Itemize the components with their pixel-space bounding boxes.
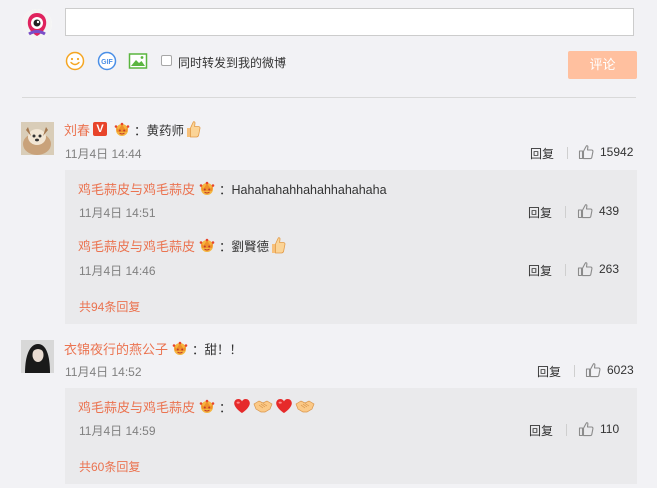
reply-text: ：劉賢德 [219, 239, 270, 254]
comment-time: 11月4日 14:52 [65, 365, 142, 379]
thumbs-up-icon [577, 203, 593, 219]
handshake-icon [253, 399, 273, 413]
thumbs-up-emoji-icon [270, 236, 286, 254]
comment-input[interactable] [65, 8, 634, 36]
reply-button[interactable]: 回复 [529, 422, 553, 439]
like-count: 439 [599, 204, 620, 218]
my-avatar[interactable] [22, 9, 52, 39]
reply-username[interactable]: 鸡毛蒜皮与鸡毛蒜皮 [78, 236, 195, 255]
thumbs-up-icon [577, 261, 593, 277]
comment-username[interactable]: 衣锦夜行的燕公子 [64, 339, 168, 358]
like-button[interactable]: 263 [577, 261, 619, 277]
separator [565, 264, 566, 276]
separator [574, 365, 575, 377]
reply-text: ： [219, 400, 232, 415]
reply-line: 鸡毛蒜皮与鸡毛蒜皮 ：Hahahahahhahahhahahaha [78, 179, 387, 197]
comment-text: ：甜！！ [192, 342, 243, 357]
gif-icon[interactable]: GIF [97, 51, 117, 71]
reply-button[interactable]: 回复 [537, 363, 561, 380]
comment-avatar[interactable] [21, 122, 54, 155]
crown-badge-icon[interactable] [198, 180, 216, 196]
like-button[interactable]: 6023 [585, 362, 634, 378]
reply-username[interactable]: 鸡毛蒜皮与鸡毛蒜皮 [78, 397, 195, 416]
crown-badge-icon[interactable] [198, 237, 216, 253]
reply-time: 11月4日 14:46 [79, 264, 156, 278]
thumbs-up-icon [578, 144, 594, 160]
thumbs-up-icon [578, 421, 594, 437]
like-count: 263 [599, 262, 620, 276]
separator [565, 206, 566, 218]
reply-time: 11月4日 14:51 [79, 206, 156, 220]
like-count: 6023 [607, 363, 634, 377]
submit-comment-button[interactable]: 评论 [568, 51, 637, 79]
reply-button[interactable]: 回复 [528, 262, 552, 279]
svg-text:GIF: GIF [101, 59, 113, 66]
repost-checkbox[interactable] [161, 55, 172, 66]
verified-v-icon: V [93, 122, 108, 136]
like-button[interactable]: 15942 [578, 144, 633, 160]
like-count: 110 [600, 422, 620, 436]
comment-time: 11月4日 14:44 [65, 147, 142, 161]
reply-button[interactable]: 回复 [530, 145, 554, 162]
comment-avatar[interactable] [21, 340, 54, 373]
comment-line: 衣锦夜行的燕公子 ：甜！！ [64, 339, 242, 357]
comment-text: ：黄药师 [134, 123, 185, 138]
divider [22, 97, 636, 98]
reply-button[interactable]: 回复 [528, 204, 552, 221]
repost-label: 同时转发到我的微博 [178, 56, 287, 70]
crown-badge-icon[interactable] [171, 340, 189, 356]
like-button[interactable]: 439 [577, 203, 619, 219]
reply-line: 鸡毛蒜皮与鸡毛蒜皮 ：劉賢德 [78, 236, 287, 254]
reply-username[interactable]: 鸡毛蒜皮与鸡毛蒜皮 [78, 179, 195, 198]
smile-icon[interactable] [65, 51, 85, 71]
reply-time: 11月4日 14:59 [79, 424, 156, 438]
crown-badge-icon[interactable] [198, 398, 216, 414]
heart-icon [275, 398, 293, 414]
comment-username[interactable]: 刘春 [64, 120, 90, 139]
reply-line: 鸡毛蒜皮与鸡毛蒜皮 ： [78, 397, 316, 415]
thumbs-up-icon [585, 362, 601, 378]
separator [567, 147, 568, 159]
image-icon[interactable] [128, 51, 148, 71]
reply-text: ：Hahahahahhahahhahahaha [219, 182, 387, 197]
like-count: 15942 [600, 145, 634, 159]
handshake-icon [295, 399, 315, 413]
thumbs-up-emoji-icon [185, 120, 201, 138]
separator [566, 424, 567, 436]
heart-icon [233, 398, 251, 414]
comment-line: 刘春 V ：黄药师 [64, 120, 202, 138]
like-button[interactable]: 110 [578, 421, 619, 437]
more-replies-link[interactable]: 共60条回复 [79, 458, 140, 475]
crown-badge-icon[interactable] [113, 121, 131, 137]
more-replies-link[interactable]: 共94条回复 [79, 298, 140, 315]
